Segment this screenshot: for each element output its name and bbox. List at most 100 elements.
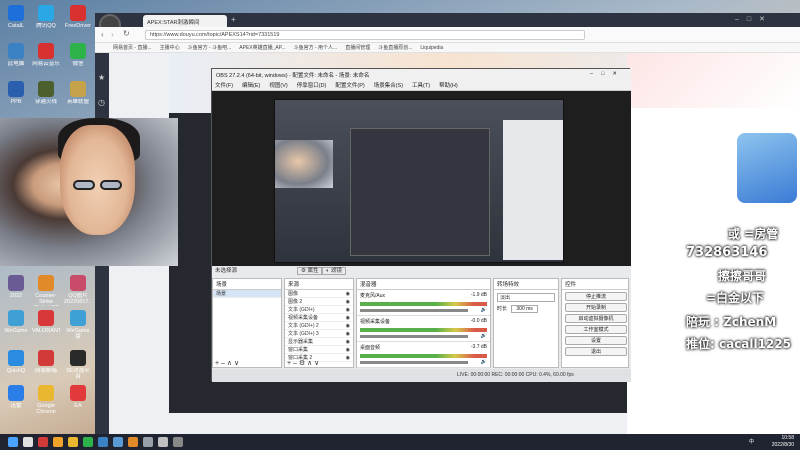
bookmark-item[interactable]: APEX英雄直播_AP...: [239, 44, 285, 51]
new-tab-button[interactable]: +: [231, 15, 236, 24]
source-item[interactable]: 文本 (GDI+) ◉: [285, 306, 353, 314]
obs-menu-item[interactable]: 编辑(E): [242, 81, 260, 90]
desktop-icon[interactable]: CatalL: [2, 4, 30, 40]
desktop-icon[interactable]: 网易邮箱: [32, 349, 60, 385]
eye-icon[interactable]: ◉: [346, 290, 350, 298]
taskbar-app-icon[interactable]: [113, 437, 123, 447]
source-item[interactable]: 窗口采集 ◉: [285, 346, 353, 354]
eye-icon[interactable]: ◉: [346, 298, 350, 306]
clock-time[interactable]: 10:58: [772, 435, 794, 442]
obs-menu-item[interactable]: 配置文件(P): [335, 81, 364, 90]
desktop-icon[interactable]: WeGame: [2, 309, 30, 345]
obs-menu-item[interactable]: 文件(F): [215, 81, 233, 90]
obs-menu-item[interactable]: 工具(T): [412, 81, 430, 90]
url-input[interactable]: https://www.douyu.com/topic/APEXS14?rid=…: [145, 30, 585, 40]
obs-control-button[interactable]: 停止推流: [565, 292, 627, 301]
lang-indicator[interactable]: 中: [749, 439, 754, 446]
source-item[interactable]: 图像 2 ◉: [285, 298, 353, 306]
source-item[interactable]: 文本 (GDI+) 3 ◉: [285, 330, 353, 338]
refresh-icon[interactable]: ↻: [123, 29, 130, 38]
browser-tab-active[interactable]: APEX:STAR刺激瞬间: [143, 15, 227, 27]
obs-minimize-icon[interactable]: –: [590, 71, 601, 77]
taskbar-app-icon[interactable]: [68, 437, 78, 447]
bookmark-item[interactable]: 斗鱼官方 - 斗鱼吧...: [188, 44, 232, 51]
desktop-icon[interactable]: 迅雷: [2, 384, 30, 420]
desktop-icon[interactable]: 5E对战平台: [64, 349, 92, 385]
obs-maximize-icon[interactable]: □: [601, 71, 612, 77]
desktop-icon[interactable]: 2022: [2, 274, 30, 310]
sidebar-star-icon[interactable]: ★: [98, 73, 105, 82]
desktop-icon[interactable]: 此电脑: [2, 42, 30, 78]
desktop-icon[interactable]: QQ图片20220817...: [64, 274, 92, 310]
obs-control-button[interactable]: 启动虚拟摄像机: [565, 314, 627, 323]
eye-icon[interactable]: ◉: [346, 322, 350, 330]
desktop-icon[interactable]: PPB: [2, 80, 30, 116]
props-button[interactable]: ⚙ 属性: [297, 267, 323, 275]
speaker-icon[interactable]: 🔊: [481, 307, 487, 313]
bookmark-item[interactable]: 斗鱼直播原创...: [378, 44, 412, 51]
source-item[interactable]: 文本 (GDI+) 2 ◉: [285, 322, 353, 330]
bookmark-item[interactable]: 主播中心: [160, 44, 180, 51]
bookmark-item[interactable]: 直播间管理: [345, 44, 370, 51]
desktop-icon[interactable]: 微信: [64, 42, 92, 78]
speaker-icon[interactable]: 🔊: [481, 333, 487, 339]
eye-icon[interactable]: ◉: [346, 354, 350, 362]
taskbar-app-icon[interactable]: [158, 437, 168, 447]
obs-menu-item[interactable]: 帮助(H): [439, 81, 458, 90]
desktop-icon[interactable]: 英雄联盟: [64, 80, 92, 116]
filters-button[interactable]: ◐ 滤镜: [322, 267, 346, 275]
desktop-icon[interactable]: EA: [64, 384, 92, 420]
source-item[interactable]: 显示器采集 ◉: [285, 338, 353, 346]
forward-icon[interactable]: ›: [111, 30, 114, 39]
taskbar-app-icon[interactable]: [143, 437, 153, 447]
desktop-icon[interactable]: Counter-Strike Global Off: [32, 274, 60, 310]
obs-menu-item[interactable]: 场景集合(S): [374, 81, 403, 90]
speaker-icon[interactable]: 🔊: [481, 359, 487, 365]
bookmark-item[interactable]: 斗鱼官方 - 用个人...: [294, 44, 338, 51]
obs-control-button[interactable]: 工作室模式: [565, 325, 627, 334]
obs-control-button[interactable]: 开始录制: [565, 303, 627, 312]
desktop-icon[interactable]: FreeDriver: [64, 4, 92, 40]
taskbar-app-icon[interactable]: [128, 437, 138, 447]
eye-icon[interactable]: ◉: [346, 338, 350, 346]
duration-input[interactable]: 300 ms: [511, 305, 538, 313]
sidebar-history-icon[interactable]: ◷: [98, 98, 105, 107]
transition-select[interactable]: 淡出: [497, 293, 555, 302]
source-item[interactable]: 图像 ◉: [285, 290, 353, 298]
sources-add-remove[interactable]: + – ⚙ ∧ ∨: [287, 359, 319, 367]
start-icon[interactable]: [8, 437, 18, 447]
taskbar-app-icon[interactable]: [98, 437, 108, 447]
back-icon[interactable]: ‹: [101, 30, 104, 39]
taskbar-app-icon[interactable]: [23, 437, 33, 447]
volume-slider[interactable]: [360, 309, 468, 312]
obs-control-button[interactable]: 设置: [565, 336, 627, 345]
desktop-icon[interactable]: 网易云音乐: [32, 42, 60, 78]
obs-menu-item[interactable]: 停靠窗口(D): [297, 81, 327, 90]
taskbar-app-icon[interactable]: [53, 437, 63, 447]
desktop-icon[interactable]: 腾讯QQ: [32, 4, 60, 40]
eye-icon[interactable]: ◉: [346, 346, 350, 354]
clock-date[interactable]: 2022/8/30: [772, 442, 794, 449]
taskbar-app-icon[interactable]: [173, 437, 183, 447]
obs-control-button[interactable]: 退出: [565, 347, 627, 356]
maximize-icon[interactable]: □: [747, 16, 759, 23]
close-icon[interactable]: ✕: [759, 16, 773, 23]
obs-menu-item[interactable]: 视图(V): [269, 81, 287, 90]
obs-preview-canvas[interactable]: [274, 99, 564, 263]
scene-item[interactable]: 场景: [213, 290, 281, 298]
desktop-icon[interactable]: Google Chrome: [32, 384, 60, 420]
bookmark-item[interactable]: 网易首页 - 直播...: [113, 44, 152, 51]
source-item[interactable]: 视频采集设备 ◉: [285, 314, 353, 322]
obs-close-icon[interactable]: ✕: [612, 71, 625, 77]
volume-slider[interactable]: [360, 335, 468, 338]
desktop-icon[interactable]: VALORANT: [32, 309, 60, 345]
desktop-icon[interactable]: 穿越火线: [32, 80, 60, 116]
desktop-icon[interactable]: QuickQ: [2, 349, 30, 385]
taskbar-app-icon[interactable]: [83, 437, 93, 447]
taskbar-app-icon[interactable]: [38, 437, 48, 447]
minimize-icon[interactable]: –: [735, 16, 747, 23]
eye-icon[interactable]: ◉: [346, 306, 350, 314]
volume-slider[interactable]: [360, 361, 468, 364]
eye-icon[interactable]: ◉: [346, 330, 350, 338]
eye-icon[interactable]: ◉: [346, 314, 350, 322]
